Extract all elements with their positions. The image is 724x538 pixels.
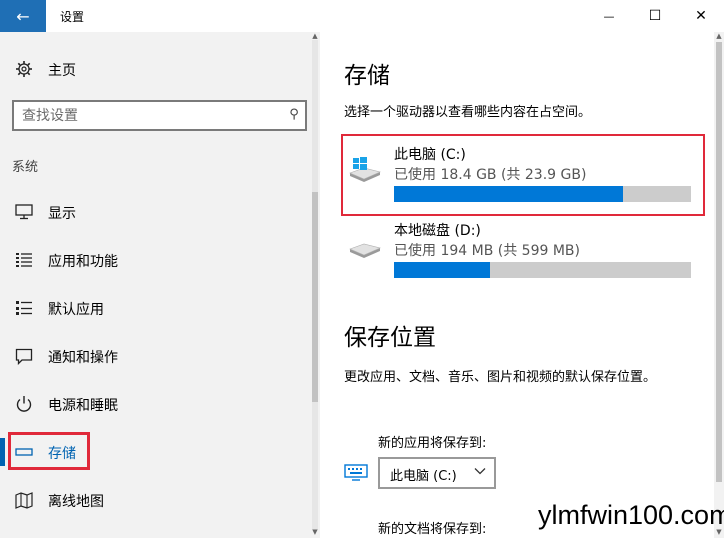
gear-icon: [14, 59, 34, 79]
nav-home[interactable]: 主页: [0, 52, 310, 86]
annotation-highlight-storage: [8, 432, 90, 470]
sidebar-item-label: 显示: [48, 206, 76, 222]
window-title: 设置: [60, 10, 85, 24]
sidebar-item-apps[interactable]: 应用和功能: [0, 240, 310, 280]
disk-drive-icon: [348, 232, 382, 258]
content-scroll-thumb[interactable]: [716, 42, 722, 482]
nav-home-label: 主页: [48, 63, 76, 79]
sidebar-item-label: 默认应用: [48, 302, 104, 318]
sidebar-item-label: 电源和睡眠: [48, 398, 118, 414]
chat-icon: [14, 346, 34, 366]
back-arrow-icon: ←: [16, 6, 30, 26]
back-button[interactable]: ←: [0, 0, 46, 32]
minimize-button[interactable]: —: [586, 0, 632, 32]
sidebar-item-label: 通知和操作: [48, 350, 118, 366]
chevron-down-icon: [474, 465, 486, 479]
monitor-keyboard-icon: [344, 464, 368, 482]
minimize-icon: —: [603, 9, 615, 23]
selection-indicator: [0, 438, 5, 466]
storage-title: 存储: [344, 63, 390, 89]
storage-description: 选择一个驱动器以查看哪些内容在占空间。: [344, 105, 592, 120]
drive-d[interactable]: 本地磁盘 (D:) 已使用 194 MB (共 599 MB): [344, 216, 704, 294]
sidebar-item-display[interactable]: 显示: [0, 192, 310, 232]
nav-scroll-thumb[interactable]: [312, 192, 318, 402]
list-icon: [14, 250, 34, 270]
nav-section-system: 系统: [12, 160, 39, 175]
sidebar-item-offline-maps[interactable]: 离线地图: [0, 480, 310, 520]
nav-scrollbar[interactable]: ▲ ▼: [310, 32, 320, 538]
search-box[interactable]: ⚲: [12, 100, 307, 131]
maximize-button[interactable]: ☐: [632, 0, 678, 32]
drive-usage: 已使用 194 MB (共 599 MB): [394, 243, 580, 259]
monitor-icon: [14, 202, 34, 222]
sidebar-item-default-apps[interactable]: 默认应用: [0, 288, 310, 328]
sidebar-item-power[interactable]: 电源和睡眠: [0, 384, 310, 424]
watermark: ylmfwin100.com: [538, 500, 724, 530]
drive-usage-fill: [394, 262, 491, 278]
new-apps-label: 新的应用将保存到:: [378, 436, 487, 451]
power-icon: [14, 394, 34, 414]
sidebar-item-label: 应用和功能: [48, 254, 118, 270]
close-icon: ✕: [695, 8, 707, 24]
content-scrollbar[interactable]: ▲ ▼: [714, 32, 724, 538]
map-icon: [14, 490, 34, 510]
drive-usage-bar: [394, 262, 691, 278]
search-icon[interactable]: ⚲: [283, 107, 299, 123]
maximize-icon: ☐: [648, 8, 662, 24]
title-bar: ← 设置 — ☐ ✕: [0, 0, 724, 32]
close-button[interactable]: ✕: [678, 0, 724, 32]
scroll-down-arrow-icon[interactable]: ▼: [311, 528, 319, 536]
drive-name: 本地磁盘 (D:): [394, 223, 481, 239]
annotation-highlight-drive-c: [341, 134, 705, 216]
sidebar-item-notifications[interactable]: 通知和操作: [0, 336, 310, 376]
dropdown-value: 此电脑 (C:): [390, 469, 457, 484]
save-location-title: 保存位置: [344, 325, 436, 351]
list-check-icon: [14, 298, 34, 318]
new-docs-label: 新的文档将保存到:: [378, 522, 487, 537]
sidebar-item-label: 离线地图: [48, 494, 104, 510]
scroll-up-arrow-icon[interactable]: ▲: [311, 32, 319, 40]
search-input[interactable]: [22, 106, 277, 126]
save-location-description: 更改应用、文档、音乐、图片和视频的默认保存位置。: [344, 370, 657, 385]
new-apps-location-select[interactable]: 此电脑 (C:): [378, 457, 496, 489]
scroll-up-arrow-icon[interactable]: ▲: [715, 32, 723, 40]
